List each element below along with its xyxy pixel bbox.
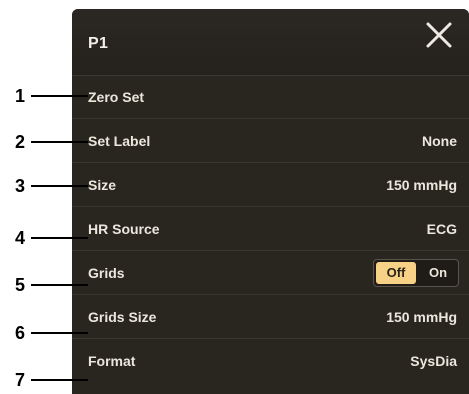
grids-on-option[interactable]: On	[418, 260, 458, 286]
row-value: ECG	[426, 220, 457, 237]
callout-line	[31, 237, 88, 239]
row-zero-set[interactable]: Zero Set	[72, 75, 469, 119]
callout-6: 6	[0, 323, 100, 343]
callout-5: 5	[0, 275, 100, 295]
panel-header: P1	[72, 9, 469, 76]
callout-number: 6	[15, 323, 26, 343]
row-format[interactable]: Format SysDia	[72, 339, 469, 383]
callout-line	[31, 332, 88, 334]
callout-number: 2	[15, 132, 26, 152]
grids-toggle[interactable]: Off On	[373, 258, 459, 287]
row-grids-size[interactable]: Grids Size 150 mmHg	[72, 295, 469, 339]
callout-line	[31, 141, 88, 143]
callout-line	[31, 284, 88, 286]
row-value: SysDia	[410, 353, 457, 369]
callout-1: 1	[0, 86, 100, 106]
callout-2: 2	[0, 132, 100, 152]
grids-off-option[interactable]: Off	[376, 261, 416, 284]
close-button[interactable]	[419, 15, 459, 55]
row-label: Format	[88, 353, 136, 369]
callout-number: 1	[15, 86, 26, 106]
settings-panel: P1 Zero Set Set Label None Size 150 mmHg…	[72, 9, 469, 394]
callout-4: 4	[0, 228, 100, 248]
row-set-label[interactable]: Set Label None	[72, 119, 469, 163]
row-size[interactable]: Size 150 mmHg	[72, 163, 469, 207]
panel-title: P1	[88, 35, 109, 52]
callout-number: 7	[15, 370, 26, 390]
callout-7: 7	[0, 370, 100, 390]
callout-3: 3	[0, 176, 100, 196]
callout-number: 4	[15, 228, 26, 248]
row-hr-source[interactable]: HR Source ECG	[72, 207, 469, 251]
callout-line	[31, 185, 88, 187]
row-value: 150 mmHg	[386, 308, 457, 325]
callout-line	[31, 95, 88, 97]
callout-number: 5	[15, 275, 26, 295]
close-icon	[426, 22, 452, 48]
row-grids: Grids Off On	[72, 251, 469, 295]
callout-line	[31, 379, 88, 381]
row-value: 150 mmHg	[386, 176, 457, 193]
callout-number: 3	[15, 176, 26, 196]
row-value: None	[422, 132, 457, 149]
